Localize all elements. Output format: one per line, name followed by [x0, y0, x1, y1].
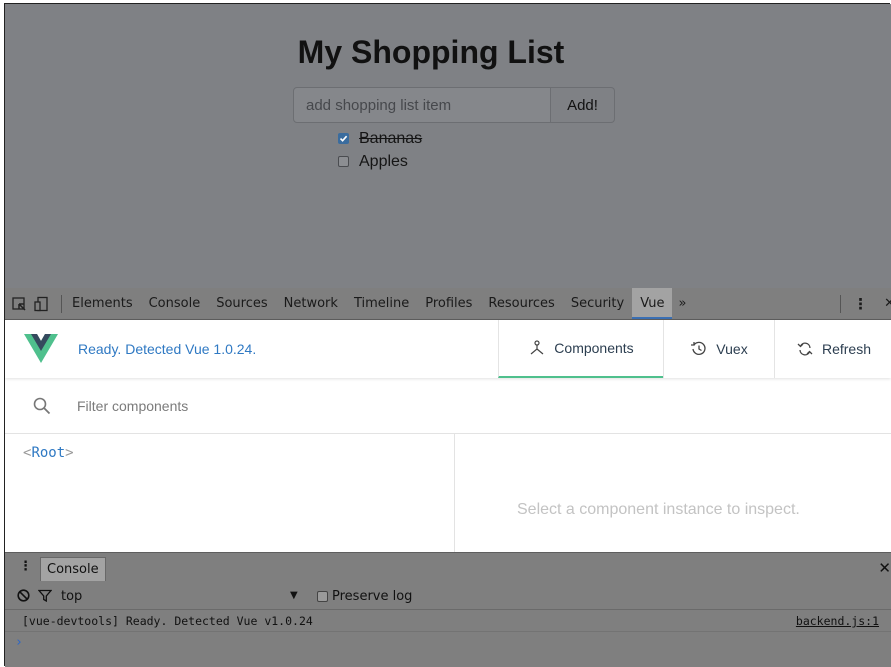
vue-logo-icon: [24, 334, 58, 363]
component-filter-bar: [5, 378, 891, 434]
close-icon[interactable]: ✕: [878, 559, 891, 577]
tab-components[interactable]: Components: [498, 320, 663, 378]
tab-network[interactable]: Network: [284, 296, 338, 311]
check-icon: [339, 135, 348, 142]
page-title: My Shopping List: [297, 34, 565, 70]
console-prompt[interactable]: ›: [15, 635, 23, 650]
list-item[interactable]: Apples: [338, 150, 422, 173]
tab-sources[interactable]: Sources: [216, 296, 267, 311]
tab-vuex[interactable]: Vuex: [663, 320, 774, 378]
tab-resources[interactable]: Resources: [488, 296, 554, 311]
component-tree: <Root>: [5, 434, 455, 552]
tab-label: Vuex: [716, 341, 748, 357]
console-message: [vue-devtools] Ready. Detected Vue v1.0.…: [5, 610, 891, 632]
toolbar-divider: [61, 294, 62, 313]
add-item-form: Add!: [293, 87, 615, 123]
vue-devtools-header: Ready. Detected Vue 1.0.24. Components V…: [5, 320, 891, 378]
kebab-menu-icon[interactable]: ⋮: [853, 295, 868, 313]
list-item-label: Bananas: [359, 129, 423, 147]
add-item-input[interactable]: [293, 87, 551, 123]
browser-window: My Shopping List Add! Bananas Apples: [5, 4, 891, 667]
filter-icon[interactable]: [38, 589, 52, 602]
devtools-window-controls: ⋮ ✕: [840, 288, 891, 319]
devtools-tab-bar: Elements Console Sources Network Timelin…: [5, 288, 891, 320]
drawer-tab-bar: ⋮ Console ✕: [5, 552, 891, 583]
console-source-link[interactable]: backend.js:1: [796, 614, 879, 628]
tree-node-root[interactable]: <Root>: [23, 445, 74, 461]
history-icon: [691, 341, 706, 355]
vue-tab-group: Components Vuex Refresh: [498, 320, 891, 378]
console-message-text: [vue-devtools] Ready. Detected Vue v1.0.…: [22, 614, 313, 628]
console-toolbar: top ▼ Preserve log: [5, 583, 891, 610]
tab-timeline[interactable]: Timeline: [354, 296, 409, 311]
chevron-down-icon[interactable]: ▼: [290, 590, 298, 601]
tab-profiles[interactable]: Profiles: [425, 296, 472, 311]
inspect-element-icon[interactable]: [11, 296, 27, 312]
vue-status-text: Ready. Detected Vue 1.0.24.: [78, 341, 257, 357]
search-icon: [33, 397, 51, 415]
list-item-label: Apples: [359, 152, 408, 170]
more-tabs-button[interactable]: »: [678, 296, 686, 311]
clear-console-icon[interactable]: [17, 589, 30, 602]
tab-label: Components: [554, 340, 634, 356]
tab-console[interactable]: Console: [149, 296, 201, 311]
tab-elements[interactable]: Elements: [72, 296, 133, 311]
preserve-log-label: Preserve log: [332, 589, 413, 604]
component-inspector: Select a component instance to inspect.: [455, 434, 891, 552]
console-output: [vue-devtools] Ready. Detected Vue v1.0.…: [5, 610, 891, 667]
kebab-menu-icon[interactable]: ⋮: [19, 559, 32, 574]
tab-security[interactable]: Security: [571, 296, 624, 311]
shopping-list: Bananas Apples: [338, 127, 422, 173]
add-button[interactable]: Add!: [551, 87, 615, 123]
refresh-button[interactable]: Refresh: [774, 320, 891, 378]
device-mode-icon[interactable]: [33, 296, 49, 312]
preserve-log-option[interactable]: Preserve log: [317, 589, 412, 604]
tab-label: Refresh: [821, 341, 872, 357]
components-tree-icon: [530, 340, 544, 355]
tag-name: Root: [31, 445, 66, 461]
toolbar-divider: [840, 294, 842, 313]
checkbox-unchecked[interactable]: [338, 156, 349, 167]
tab-vue[interactable]: Vue: [632, 288, 673, 319]
close-icon[interactable]: ✕: [884, 296, 891, 311]
filter-components-input[interactable]: [69, 395, 585, 417]
drawer-tab-console[interactable]: Console: [40, 557, 106, 581]
checkbox-checked[interactable]: [338, 133, 349, 144]
tag-bracket-close: >: [65, 445, 74, 461]
inspector-empty-message: Select a component instance to inspect.: [517, 501, 800, 518]
list-item[interactable]: Bananas: [338, 127, 422, 150]
refresh-icon: [797, 342, 813, 356]
preserve-log-checkbox[interactable]: [317, 591, 328, 602]
app-page: My Shopping List Add! Bananas Apples: [5, 4, 891, 288]
context-selector[interactable]: top: [61, 589, 82, 604]
